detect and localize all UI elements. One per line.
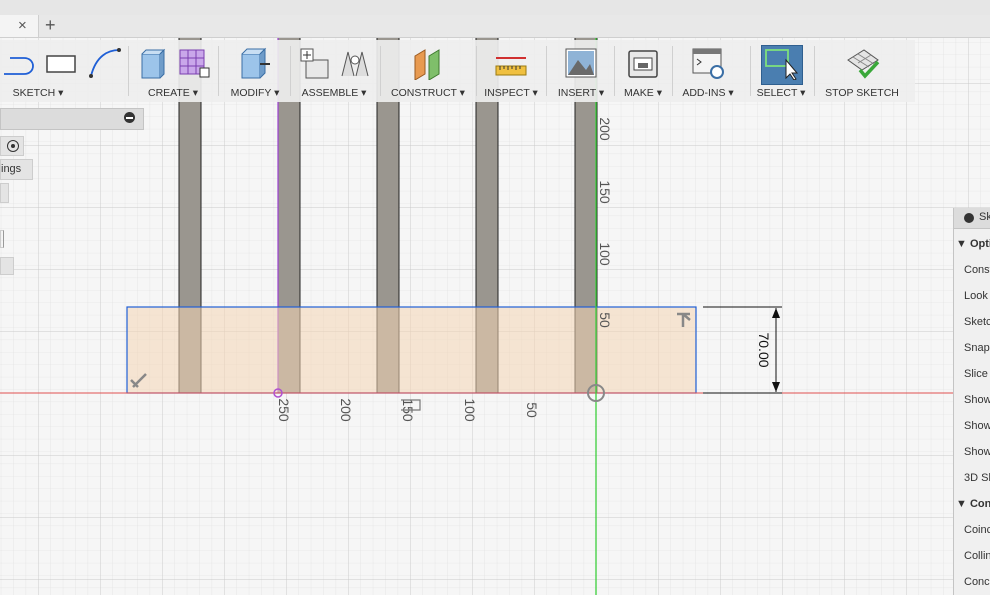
title-strip — [0, 0, 990, 16]
rectangle-icon — [46, 55, 76, 73]
assemble-group[interactable]: ASSEMBLE ▾ — [294, 40, 374, 102]
palette-constraint-row[interactable]: Collin — [964, 550, 990, 562]
insert-menu-label[interactable]: INSERT ▾ — [552, 87, 610, 99]
make-menu-label[interactable]: MAKE ▾ — [618, 87, 668, 99]
palette-option-row[interactable]: Snap — [964, 342, 990, 354]
palette-constraint-row[interactable]: Conce — [964, 576, 990, 588]
close-tab-icon[interactable]: × — [18, 17, 27, 34]
palette-option-row[interactable]: Slice — [964, 368, 988, 380]
make-group[interactable]: MAKE ▾ — [618, 40, 668, 102]
stop-sketch-group[interactable]: STOP SKETCH — [818, 40, 906, 102]
3d-print-icon — [628, 50, 658, 78]
construct-menu-label[interactable]: CONSTRUCT ▾ — [386, 87, 470, 99]
vertical-tick-label: 150 — [597, 180, 613, 204]
left-panel-header[interactable] — [0, 108, 144, 130]
press-pull-icon — [241, 47, 270, 79]
construct-group[interactable]: CONSTRUCT ▾ — [386, 40, 470, 102]
horizontal-tick-label: 200 — [338, 398, 354, 422]
spline-loop-icon — [4, 57, 34, 75]
modify-menu-label[interactable]: MODIFY ▾ — [224, 87, 286, 99]
sketch-group[interactable]: SKETCH ▾ — [0, 40, 121, 102]
arc-icon — [89, 48, 121, 78]
select-group[interactable]: SELECT ▾ — [754, 40, 808, 102]
stop-sketch-icon — [847, 49, 880, 79]
new-component-icon — [300, 48, 329, 79]
palette-option-row[interactable]: Show — [964, 394, 990, 406]
form-icon — [179, 49, 210, 78]
horizontal-tick-label: 50 — [524, 402, 540, 418]
inspect-group[interactable]: INSPECT ▾ — [480, 40, 542, 102]
horizontal-tick-label: 250 — [276, 398, 292, 422]
left-panel-row[interactable] — [0, 230, 4, 248]
sketch-palette-header[interactable]: Sk — [954, 208, 990, 229]
insert-image-icon — [565, 48, 597, 78]
modify-group[interactable]: MODIFY ▾ — [224, 40, 286, 102]
extrude-icon — [141, 48, 166, 79]
select-menu-label[interactable]: SELECT ▾ — [754, 87, 808, 99]
document-tab-bar: × + — [0, 15, 990, 38]
offset-plane-icon — [414, 49, 440, 80]
create-group[interactable]: CREATE ▾ — [134, 40, 212, 102]
vertical-tick-label: 100 — [597, 242, 613, 266]
select-icon — [765, 49, 798, 80]
inspect-menu-label[interactable]: INSPECT ▾ — [480, 87, 542, 99]
collapse-palette-icon[interactable] — [964, 213, 974, 223]
palette-option-row[interactable]: Look A — [964, 290, 990, 302]
add-ins-menu-label[interactable]: ADD-INS ▾ — [676, 87, 740, 99]
left-panel-row[interactable] — [0, 257, 14, 275]
palette-title: Sk — [979, 211, 990, 223]
scripts-addins-icon — [692, 48, 724, 79]
palette-option-row[interactable]: Const — [964, 264, 990, 276]
sketch-palette: Sk ▼ Opti Const Look A Sketc Snap Slice Show S… — [953, 208, 990, 595]
palette-option-row[interactable]: Sketc — [964, 316, 990, 328]
insert-group[interactable]: INSERT ▾ — [552, 40, 610, 102]
add-ins-group[interactable]: ADD-INS ▾ — [676, 40, 740, 102]
settings-row[interactable]: ings — [0, 159, 33, 180]
new-tab-icon[interactable]: + — [45, 15, 56, 36]
constraints-section[interactable]: ▼ Con — [956, 498, 990, 510]
options-section[interactable]: ▼ Opti — [956, 238, 990, 250]
dimension-value: 70.00 — [756, 332, 772, 367]
assemble-menu-label[interactable]: ASSEMBLE ▾ — [294, 87, 374, 99]
palette-constraint-row[interactable]: Coinc — [964, 524, 990, 536]
palette-option-row[interactable]: 3D Sk — [964, 472, 990, 484]
collapse-panel-icon[interactable] — [124, 112, 135, 123]
vertical-tick-label: 200 — [597, 117, 613, 141]
left-panel-row[interactable] — [0, 183, 9, 203]
joint-icon — [341, 51, 369, 77]
display-toggle[interactable] — [0, 136, 24, 156]
toolbar: SKETCH ▾ CREATE ▾ MODIFY ▾ ASSEMBLE ▾ CO… — [0, 40, 915, 102]
vertical-tick-label: 50 — [597, 312, 613, 328]
horizontal-tick-label: 100 — [462, 398, 478, 422]
sketch-menu-label[interactable]: SKETCH ▾ — [0, 87, 76, 99]
stop-sketch-label[interactable]: STOP SKETCH — [818, 87, 906, 99]
create-menu-label[interactable]: CREATE ▾ — [134, 87, 212, 99]
palette-option-row[interactable]: Show — [964, 420, 990, 432]
settings-label: ings — [1, 163, 22, 175]
measure-icon — [495, 57, 527, 76]
palette-option-row[interactable]: Show — [964, 446, 990, 458]
